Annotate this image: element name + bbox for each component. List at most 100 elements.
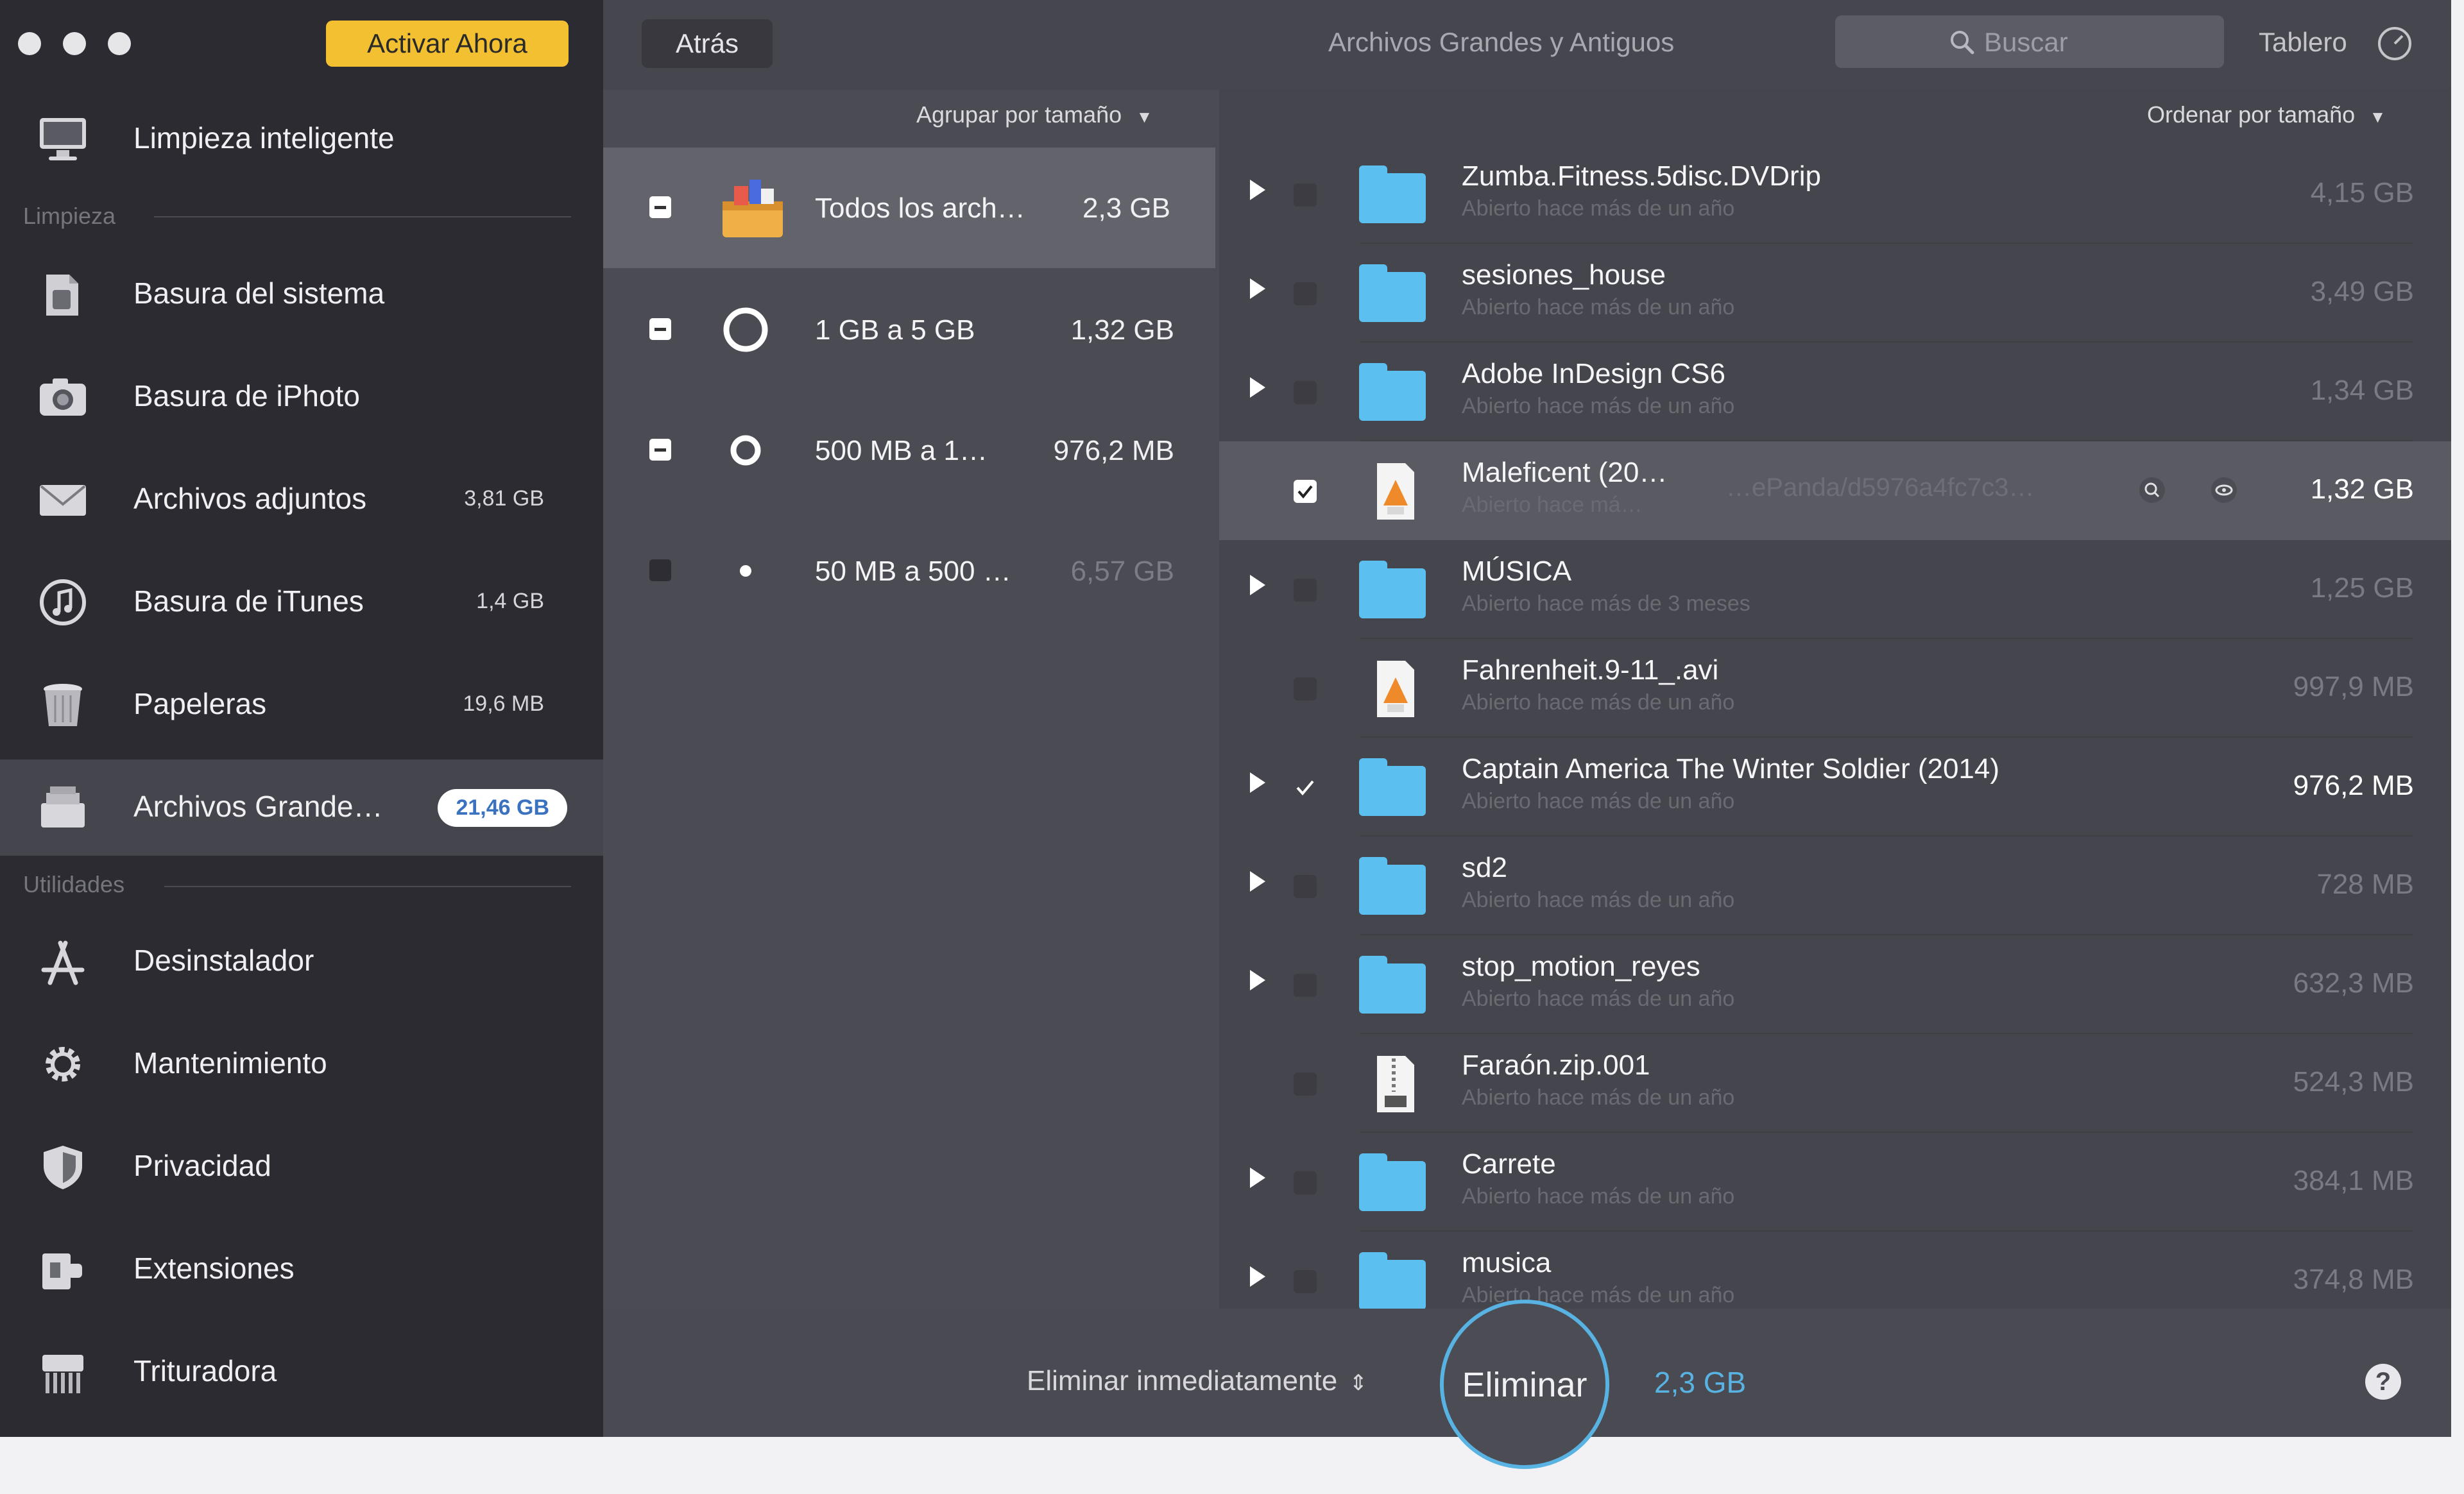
dashboard-gauge-icon[interactable] [2377,26,2413,62]
group-checkbox[interactable] [649,559,671,581]
sidebar-item-label: Papeleras [133,687,267,720]
back-button[interactable]: Atrás [642,19,773,68]
sidebar-item-maintenance[interactable]: Mantenimiento [0,1016,603,1112]
dashboard-button[interactable]: Tablero [2259,27,2347,58]
delete-mode-dropdown[interactable]: Eliminar inmediatamente ⇕ [1027,1365,1367,1397]
mail-icon [40,485,86,516]
file-last-opened: Abierto hace más de un año [1462,987,1735,1011]
sidebar-item-iphoto-trash[interactable]: Basura de iPhoto [0,349,603,445]
group-row[interactable]: Todos los arch… 2,3 GB [603,148,1215,268]
file-checkbox[interactable] [1294,1270,1317,1293]
file-checkbox[interactable] [1294,381,1317,404]
file-row[interactable]: stop_motion_reyes Abierto hace más de un… [1219,935,2451,1034]
quick-look-eye-icon[interactable] [2210,476,2238,504]
group-checkbox[interactable] [649,318,671,340]
activate-now-button[interactable]: Activar Ahora [326,21,569,67]
group-label: 500 MB a 1… [815,435,988,466]
group-size: 2,3 GB [1082,192,1170,224]
group-label: 50 MB a 500 … [815,556,1011,587]
search-icon [1951,31,1974,55]
file-row-selected[interactable]: Maleficent (20… Abierto hace má… …ePanda… [1219,441,2451,540]
sidebar-item-label: Basura del sistema [133,276,385,310]
file-last-opened: Abierto hace más de un año [1462,295,1735,319]
file-row[interactable]: Faraón.zip.001 Abierto hace más de un añ… [1219,1034,2451,1133]
file-row[interactable]: sesiones_house Abierto hace más de un añ… [1219,244,2451,343]
group-checkbox[interactable] [649,196,671,218]
file-size: 1,32 GB [2310,473,2414,505]
group-size: 6,57 GB [1070,556,1174,587]
file-name: stop_motion_reyes [1462,951,1700,982]
sidebar-item-large-files[interactable]: Archivos Grande… 21,46 GB [0,760,603,856]
expand-arrow-icon[interactable] [1250,180,1265,200]
expand-arrow-icon[interactable] [1250,1266,1265,1287]
file-checkbox-checked[interactable] [1294,776,1317,799]
file-name: Maleficent (20… [1462,457,1668,488]
file-row[interactable]: sd2 Abierto hace más de un año 728 MB [1219,836,2451,935]
search-input[interactable]: Buscar [1835,15,2224,68]
group-checkbox[interactable] [649,439,671,461]
file-checkbox[interactable] [1294,282,1317,305]
group-row[interactable]: 1 GB a 5 GB 1,32 GB [603,269,1219,390]
sidebar-item-shredder[interactable]: Trituradora [0,1324,603,1420]
sidebar-item-system-trash[interactable]: Basura del sistema [0,246,603,343]
zoom-window-button[interactable] [108,32,131,55]
close-window-button[interactable] [18,32,41,55]
sidebar-item-label: Archivos adjuntos [133,482,367,515]
sort-dropdown[interactable]: Ordenar por tamaño ▼ [2147,101,2386,128]
window-title: Archivos Grandes y Antiguos [1328,27,1675,57]
file-size: 524,3 MB [2293,1066,2414,1098]
group-row[interactable]: 500 MB a 1… 976,2 MB [603,390,1219,511]
expand-arrow-icon[interactable] [1250,377,1265,398]
file-size: 384,1 MB [2293,1165,2414,1196]
file-last-opened: Abierto hace más de un año [1462,1085,1735,1110]
folder-icon [1359,1152,1430,1214]
folder-icon [1359,164,1430,226]
expand-arrow-icon[interactable] [1250,871,1265,892]
group-label: Todos los arch… [815,192,1025,224]
sidebar-item-privacy[interactable]: Privacidad [0,1119,603,1215]
sidebar-item-label: Trituradora [133,1354,277,1388]
group-row[interactable]: 50 MB a 500 … 6,57 GB [603,511,1219,631]
file-row[interactable]: Zumba.Fitness.5disc.DVDrip Abierto hace … [1219,145,2451,244]
group-label: 1 GB a 5 GB [815,314,975,346]
sidebar-item-attachments[interactable]: Archivos adjuntos 3,81 GB [0,452,603,548]
expand-arrow-icon[interactable] [1250,772,1265,793]
folder-icon [1359,757,1430,819]
sidebar-item-label: Desinstalador [133,944,314,977]
zip-file-icon [1377,1056,1414,1112]
sidebar-item-smart-cleanup[interactable]: Limpieza inteligente [0,91,603,187]
sidebar-item-label: Basura de iPhoto [133,379,360,412]
sidebar-item-uninstaller[interactable]: Desinstalador [0,913,603,1010]
shield-icon [44,1146,82,1189]
file-row[interactable]: Carrete Abierto hace más de un año 384,1… [1219,1133,2451,1232]
file-row[interactable]: Captain America The Winter Soldier (2014… [1219,738,2451,836]
file-checkbox-checked[interactable] [1294,480,1317,503]
reveal-in-finder-icon[interactable] [2138,476,2166,504]
file-checkbox[interactable] [1294,183,1317,207]
expand-arrow-icon[interactable] [1250,278,1265,299]
help-button[interactable]: ? [2365,1364,2401,1400]
file-row[interactable]: Fahrenheit.9-11_.avi Abierto hace más de… [1219,639,2451,738]
sidebar-item-size: 19,6 MB [463,692,544,716]
file-checkbox[interactable] [1294,1171,1317,1194]
file-name: MÚSICA [1462,556,1572,587]
up-down-arrows-icon: ⇕ [1349,1371,1368,1395]
sidebar-item-extensions[interactable]: Extensiones [0,1221,603,1318]
file-checkbox[interactable] [1294,579,1317,602]
group-by-dropdown[interactable]: Agrupar por tamaño ▼ [916,101,1152,128]
file-row[interactable]: Adobe InDesign CS6 Abierto hace más de u… [1219,343,2451,441]
sidebar-item-itunes-trash[interactable]: Basura de iTunes 1,4 GB [0,554,603,650]
sidebar-item-trash-bins[interactable]: Papeleras 19,6 MB [0,657,603,753]
expand-arrow-icon[interactable] [1250,575,1265,595]
file-row[interactable]: MÚSICA Abierto hace más de 3 meses 1,25 … [1219,540,2451,639]
file-checkbox[interactable] [1294,875,1317,898]
file-checkbox[interactable] [1294,974,1317,997]
expand-arrow-icon[interactable] [1250,1167,1265,1188]
file-checkbox[interactable] [1294,677,1317,700]
delete-button[interactable]: Eliminar [1440,1300,1609,1469]
total-size: 2,3 GB [1654,1366,1747,1399]
group-by-label: Agrupar por tamaño [916,101,1122,128]
file-checkbox[interactable] [1294,1073,1317,1096]
minimize-window-button[interactable] [63,32,86,55]
expand-arrow-icon[interactable] [1250,970,1265,990]
